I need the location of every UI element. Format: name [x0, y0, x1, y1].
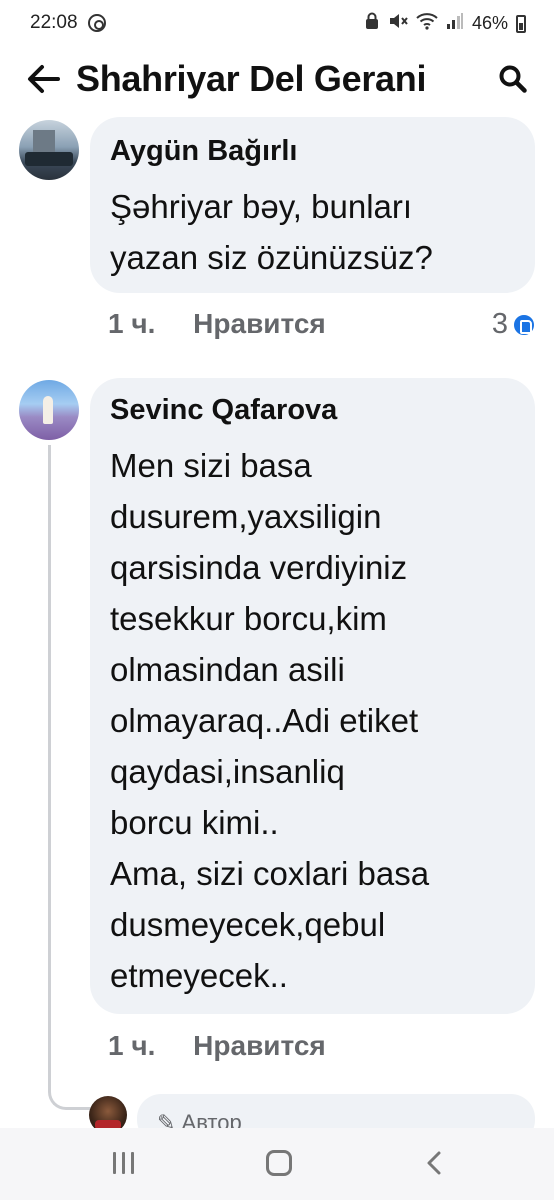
reaction-count: 3 — [491, 308, 508, 340]
comment-text-line: borcu kimi.. — [110, 804, 279, 841]
avatar-image-detail — [25, 152, 73, 166]
comment-bubble[interactable]: Sevinc Qafarova Men sizi basa dusurem,ya… — [90, 378, 535, 1014]
comment-text-line: Men sizi basa — [110, 447, 312, 484]
arrow-left-icon[interactable] — [24, 62, 64, 96]
like-button[interactable]: Нравится — [193, 308, 326, 339]
comment-author[interactable]: Aygün Bağırlı — [110, 135, 297, 168]
comment-text-line: qarsisinda verdiyiniz — [110, 549, 408, 586]
status-time: 22:08 — [30, 12, 78, 33]
comment-text-line: Ama, sizi coxlari basa — [110, 855, 430, 892]
comment-text-line: dusmeyecek,qebul — [110, 906, 386, 943]
comment-text: Men sizi basa dusurem,yaxsiligin qarsisi… — [110, 440, 429, 1001]
search-icon[interactable] — [498, 64, 528, 94]
comment-time: 1 ч. — [108, 308, 156, 339]
comment-text-line: tesekkur borcu,kim — [110, 600, 387, 637]
comment-text-line: olmayaraq..Adi etiket — [110, 702, 419, 739]
page-title: Shahriyar Del Gerani — [76, 58, 427, 99]
avatar-image-detail — [43, 396, 53, 424]
battery-icon — [516, 14, 526, 33]
comment-author[interactable]: Sevinc Qafarova — [110, 394, 337, 427]
status-icons: 46% — [364, 12, 526, 35]
comment-text-line: yazan siz özünüzsüz? — [110, 239, 433, 276]
comment-meta: 1 ч. Нравится — [108, 308, 326, 340]
reactions[interactable]: 3 — [492, 308, 536, 341]
app-header: Shahriyar Del Gerani — [0, 52, 554, 110]
home-icon[interactable] — [266, 1150, 292, 1176]
battery-percentage: 46% — [471, 13, 508, 33]
comment-text-line: etmeyecek.. — [110, 957, 288, 994]
status-bar: 22:08 46% — [0, 0, 554, 50]
comment-meta: 1 ч. Нравится — [108, 1030, 326, 1062]
comment-bubble[interactable]: Aygün Bağırlı Şəhriyar bəy, bunları yaza… — [90, 117, 535, 293]
wifi-icon — [416, 12, 438, 35]
thread-connector — [48, 445, 90, 1110]
like-button[interactable]: Нравится — [193, 1030, 326, 1061]
comment-text-line: dusurem,yaxsiligin — [110, 498, 382, 535]
sync-icon — [88, 14, 106, 32]
comment-text: Şəhriyar bəy, bunları yazan siz özünüzsü… — [110, 181, 433, 283]
comment-text-line: olmasindan asili — [110, 651, 345, 688]
avatar[interactable] — [19, 380, 79, 440]
lock-icon — [364, 12, 380, 35]
navigation-bar — [0, 1128, 554, 1200]
signal-icon — [446, 12, 464, 35]
back-icon[interactable] — [424, 1150, 446, 1176]
comment-text-line: qaydasi,insanliq — [110, 753, 345, 790]
avatar[interactable] — [19, 120, 79, 180]
mute-icon — [388, 12, 408, 35]
recent-apps-icon[interactable] — [111, 1152, 137, 1174]
like-icon — [512, 312, 536, 337]
comment-time: 1 ч. — [108, 1030, 156, 1061]
comment-text-line: Şəhriyar bəy, bunları — [110, 188, 413, 225]
